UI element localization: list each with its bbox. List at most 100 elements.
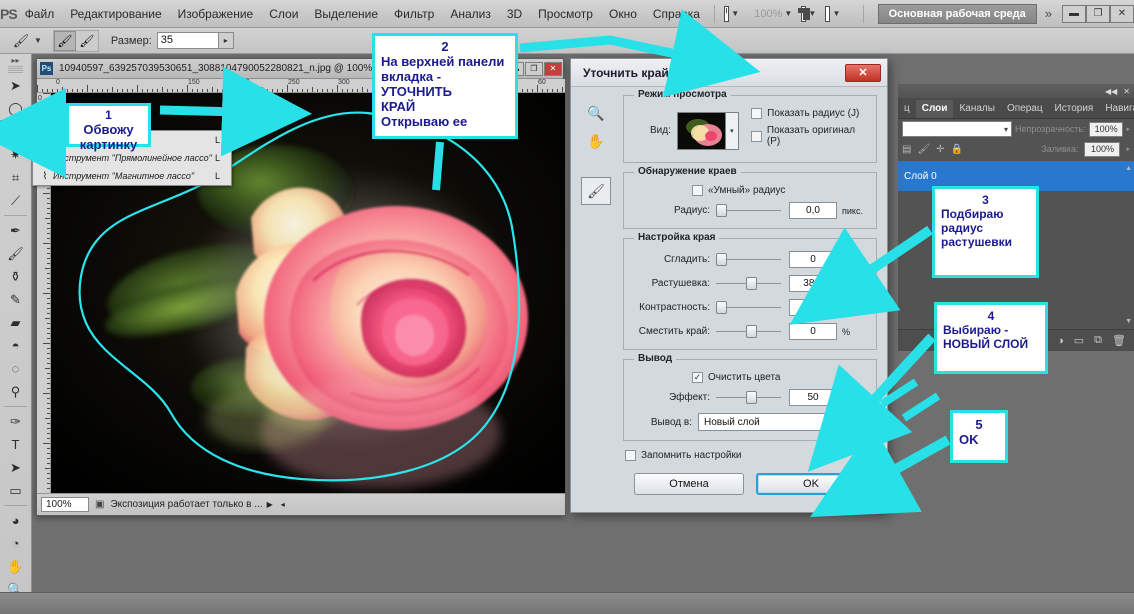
amount-slider-knob[interactable] bbox=[745, 391, 757, 404]
fill-value[interactable]: 100% bbox=[1084, 141, 1121, 157]
layers-scroll-down-icon[interactable]: ▼ bbox=[1125, 318, 1132, 325]
refine-edge-dialog[interactable]: Уточнить край ✕ 🔍 ✋ 🖌 Режим просмотра Ви… bbox=[570, 58, 888, 513]
dialog-hand-tool-icon[interactable]: ✋ bbox=[581, 127, 611, 155]
brush-add-icon[interactable]: 🖌 bbox=[53, 30, 76, 51]
screen-mode-chevron-down-icon[interactable]: ▼ bbox=[731, 9, 739, 18]
lock-image-icon[interactable]: 🖌 bbox=[917, 144, 930, 155]
document-zoom-field[interactable]: 100% bbox=[41, 497, 89, 512]
feather-slider[interactable] bbox=[716, 277, 781, 290]
tool-marquee[interactable]: ◯ bbox=[0, 97, 31, 120]
panel-collapse-icon[interactable]: ◀◀ bbox=[1105, 87, 1117, 96]
radius-value[interactable]: 0,0 bbox=[789, 202, 837, 219]
menu-select[interactable]: Выделение bbox=[306, 4, 386, 24]
tab-navigator[interactable]: Навигат bbox=[1099, 100, 1134, 118]
new-group-icon[interactable]: ▭ bbox=[1074, 334, 1084, 347]
new-layer-icon[interactable]: ⧉ bbox=[1094, 334, 1102, 347]
menu-edit[interactable]: Редактирование bbox=[62, 4, 169, 24]
view-thumbnail[interactable] bbox=[676, 111, 726, 150]
tool-move[interactable]: ➤ bbox=[0, 74, 31, 97]
tool-dodge[interactable]: ⚲ bbox=[0, 380, 31, 403]
menu-3d[interactable]: 3D bbox=[499, 4, 530, 24]
output-to-select[interactable]: Новый слой ▼ bbox=[698, 413, 868, 431]
tool-eraser[interactable]: ▰ bbox=[0, 311, 31, 334]
menu-file[interactable]: Файл bbox=[17, 4, 63, 24]
menu-window[interactable]: Окно bbox=[601, 4, 645, 24]
workspace-button[interactable]: Основная рабочая среда bbox=[877, 3, 1037, 24]
contrast-value[interactable]: 0 bbox=[789, 299, 837, 316]
dialog-refine-radius-brush-icon[interactable]: 🖌 bbox=[581, 177, 611, 205]
tab-actions[interactable]: Операц bbox=[1000, 100, 1049, 118]
show-original-checkbox[interactable] bbox=[751, 130, 762, 142]
document-restore-button[interactable]: ❐ bbox=[525, 61, 543, 76]
smart-radius-checkbox[interactable] bbox=[692, 185, 703, 196]
screen-mode-icon[interactable] bbox=[724, 5, 730, 22]
shift-edge-value[interactable]: 0 bbox=[789, 323, 837, 340]
tool-blur[interactable]: ◌ bbox=[0, 357, 31, 380]
shift-edge-slider[interactable] bbox=[716, 325, 781, 338]
radius-slider-knob[interactable] bbox=[716, 204, 727, 217]
opacity-value[interactable]: 100% bbox=[1088, 121, 1124, 137]
opacity-chevron-icon[interactable]: ▸ bbox=[1126, 125, 1130, 133]
tool-eyedropper[interactable]: ⟋ bbox=[0, 189, 31, 212]
adjustment-layer-icon[interactable]: ◑ bbox=[1057, 335, 1064, 347]
dialog-close-button[interactable]: ✕ bbox=[845, 63, 881, 82]
tab-overflow[interactable]: ц bbox=[898, 100, 916, 118]
smart-radius-row[interactable]: «Умный» радиус bbox=[692, 185, 868, 196]
menu-filter[interactable]: Фильтр bbox=[386, 4, 442, 24]
size-input[interactable]: 35 bbox=[156, 32, 219, 49]
dialog-zoom-tool-icon[interactable]: 🔍 bbox=[581, 99, 611, 127]
dialog-title-bar[interactable]: Уточнить край ✕ bbox=[571, 59, 887, 87]
tool-type[interactable]: T bbox=[0, 433, 31, 456]
tab-layers[interactable]: Слои bbox=[915, 100, 954, 118]
arrange-documents-icon[interactable] bbox=[798, 5, 811, 22]
radius-slider[interactable] bbox=[716, 204, 781, 217]
tool-rectangle[interactable]: ▭ bbox=[0, 479, 31, 502]
tab-channels[interactable]: Каналы bbox=[953, 100, 1001, 118]
close-button[interactable]: ✕ bbox=[1110, 4, 1134, 23]
decontaminate-checkbox[interactable] bbox=[692, 372, 703, 383]
output-to-chevron-down-icon[interactable]: ▼ bbox=[854, 418, 862, 427]
document-status-chevron-icon[interactable]: ▶ bbox=[267, 500, 273, 509]
menu-layers[interactable]: Слои bbox=[261, 4, 306, 24]
menu-analysis[interactable]: Анализ bbox=[442, 4, 499, 24]
show-radius-row[interactable]: Показать радиус (J) bbox=[751, 108, 868, 119]
tool-history-brush[interactable]: ✎ bbox=[0, 288, 31, 311]
tool-brush[interactable]: 🖌 bbox=[0, 242, 31, 265]
tool-3d-rotate[interactable]: ◕ bbox=[0, 509, 31, 532]
panel-close-icon[interactable]: ✕ bbox=[1123, 87, 1130, 96]
tool-pen[interactable]: ✑ bbox=[0, 410, 31, 433]
remember-settings-checkbox[interactable] bbox=[625, 450, 636, 461]
menu-help[interactable]: Справка bbox=[645, 4, 708, 24]
size-chevron-down-icon[interactable]: ▸ bbox=[218, 32, 234, 49]
decontaminate-row[interactable]: Очистить цвета bbox=[692, 372, 868, 383]
extras-chevron-down-icon[interactable]: ▼ bbox=[832, 9, 840, 18]
remember-settings-row[interactable]: Запомнить настройки bbox=[625, 450, 877, 461]
tool-preset-chevron-down-icon[interactable]: ▼ bbox=[34, 36, 42, 45]
restore-button[interactable]: ❐ bbox=[1086, 4, 1110, 23]
ok-button[interactable]: OK bbox=[756, 473, 866, 495]
document-close-button[interactable]: ✕ bbox=[544, 61, 562, 76]
contrast-slider-knob[interactable] bbox=[716, 301, 727, 314]
brush-subtract-icon[interactable]: 🖌 bbox=[76, 31, 98, 51]
layers-scroll-up-icon[interactable]: ▲ bbox=[1125, 165, 1132, 172]
screen-mode-extras-icon[interactable] bbox=[825, 5, 831, 22]
cancel-button[interactable]: Отмена bbox=[634, 473, 744, 495]
smooth-value[interactable]: 0 bbox=[789, 251, 837, 268]
workspace-more-icon[interactable]: » bbox=[1045, 6, 1052, 21]
shift-edge-slider-knob[interactable] bbox=[745, 325, 757, 338]
blend-mode-select[interactable]: ▾ bbox=[902, 121, 1012, 137]
feather-value[interactable]: 38,6 bbox=[789, 275, 837, 292]
contrast-slider[interactable] bbox=[716, 301, 781, 314]
tool-spot-healing[interactable]: ✒ bbox=[0, 219, 31, 242]
feather-slider-knob[interactable] bbox=[745, 277, 757, 290]
menu-image[interactable]: Изображение bbox=[170, 4, 262, 24]
lock-position-icon[interactable]: ✛ bbox=[936, 144, 944, 155]
document-info-icon[interactable]: ▣ bbox=[95, 499, 104, 510]
minimize-button[interactable]: ▬ bbox=[1062, 4, 1086, 23]
fill-chevron-icon[interactable]: ▸ bbox=[1126, 145, 1130, 153]
view-thumbnail-chevron-down-icon[interactable]: ▾ bbox=[725, 111, 740, 150]
amount-value[interactable]: 50 bbox=[789, 389, 837, 406]
toolbar-collapse-icon[interactable]: ▸▸ bbox=[0, 54, 31, 66]
document-scroll-left-icon[interactable]: ◂ bbox=[281, 500, 285, 509]
show-original-row[interactable]: Показать оригинал (P) bbox=[751, 125, 868, 147]
